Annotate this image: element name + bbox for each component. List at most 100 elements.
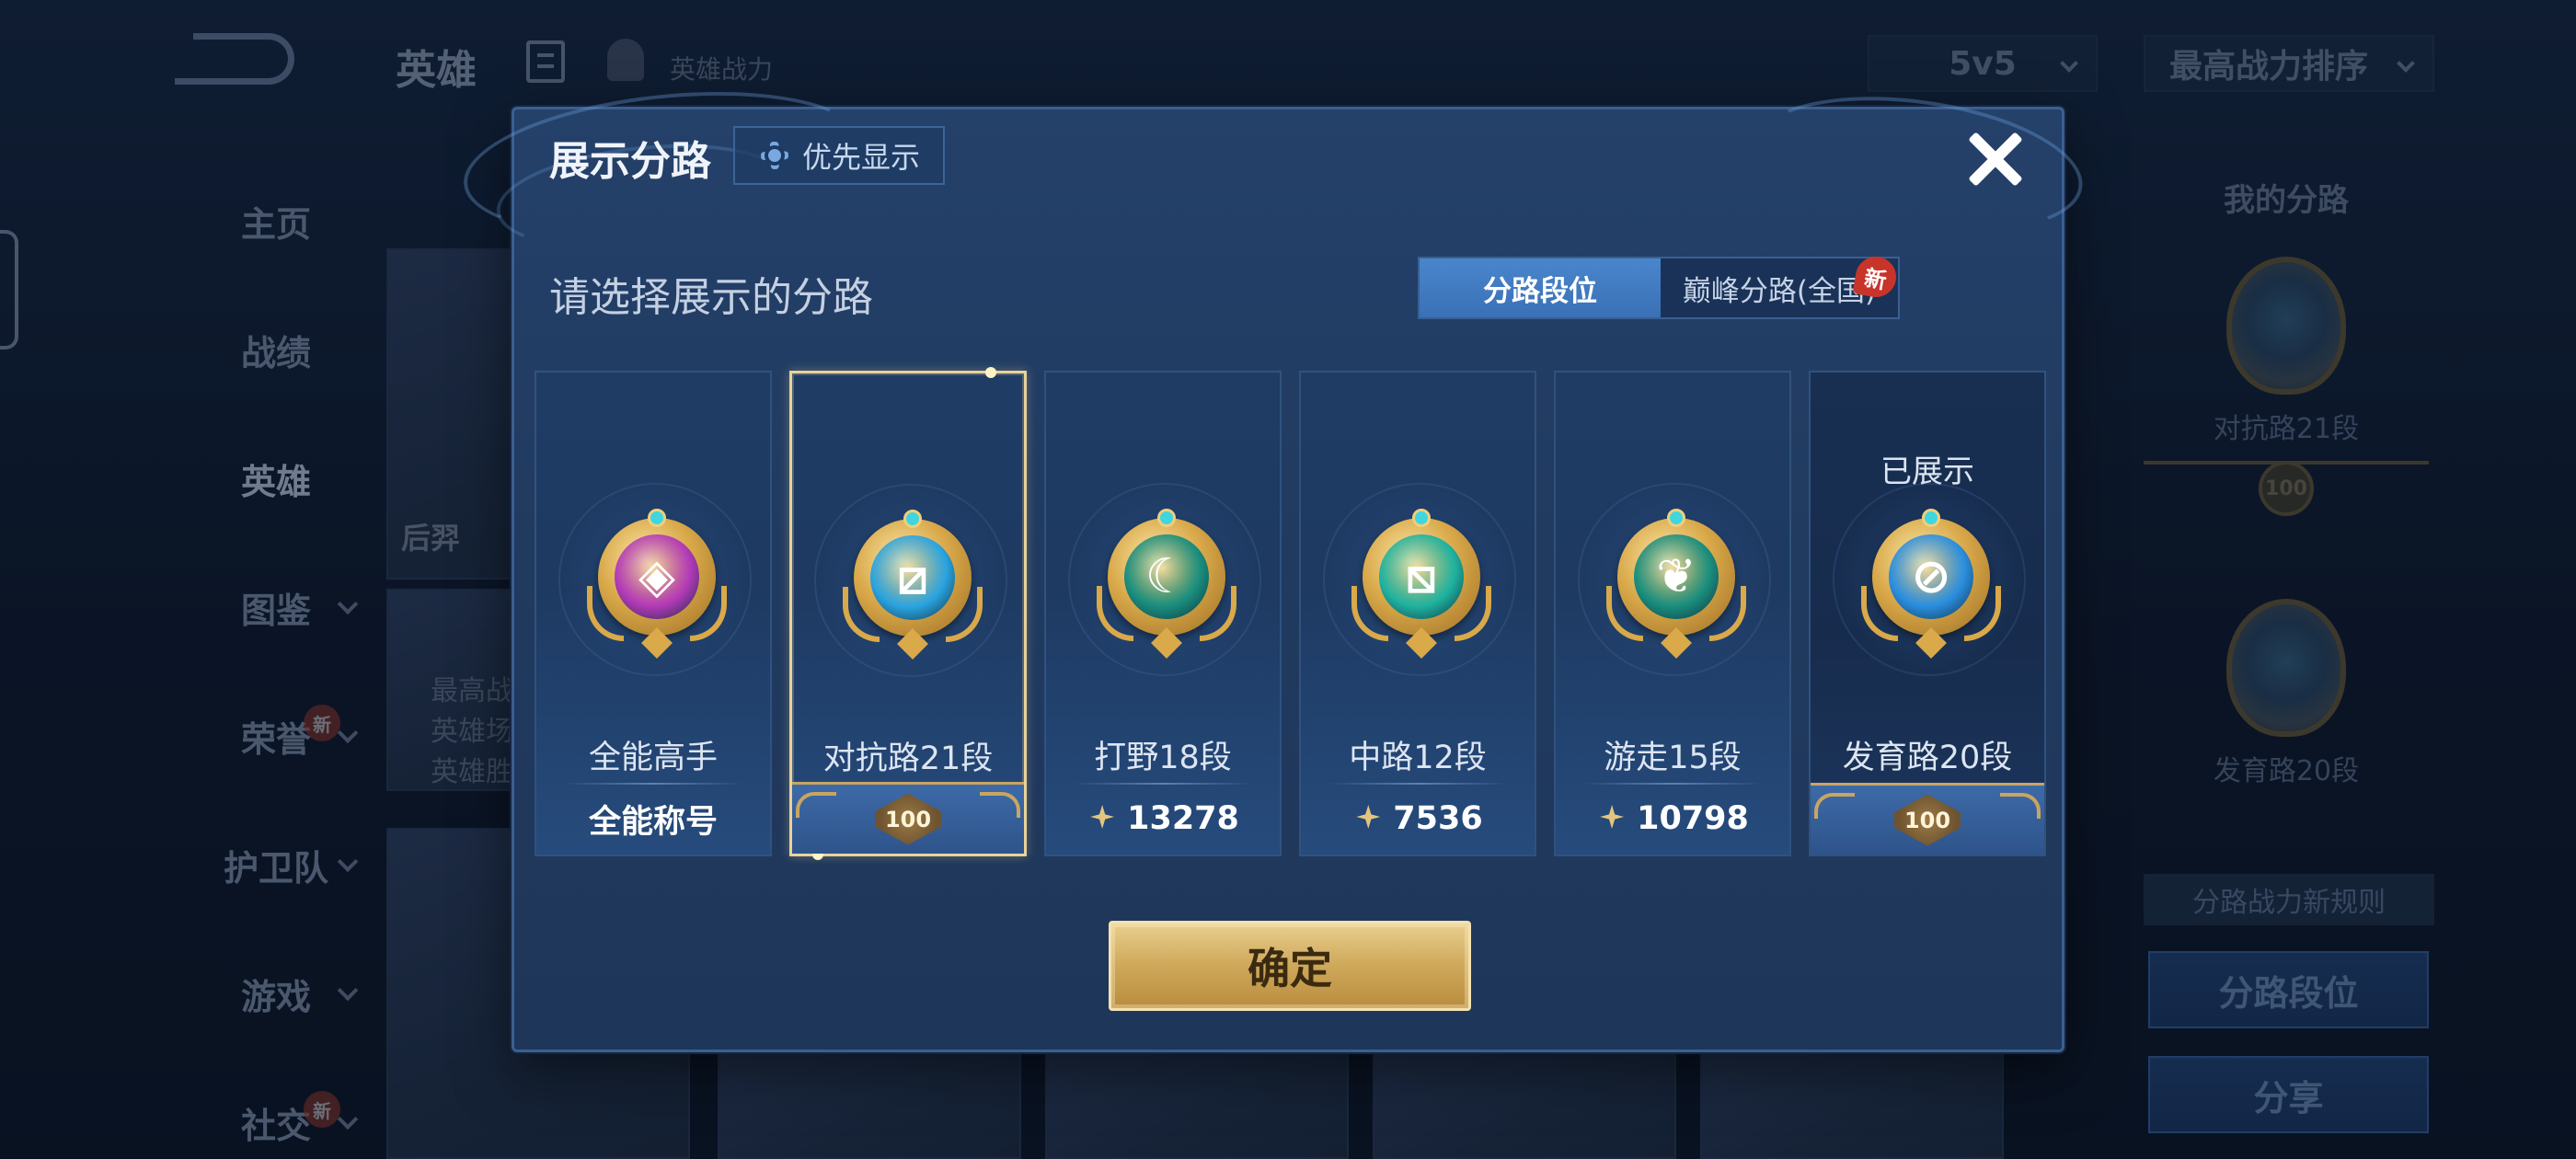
sidebar-item-label: 英雄: [240, 461, 311, 502]
sidebar-item[interactable]: 主页: [184, 156, 368, 285]
emblem-core: ◈: [615, 534, 699, 619]
sidebar-item-label: 图鉴: [240, 590, 311, 631]
lane-rank-label: 打野18段: [1094, 740, 1232, 776]
sidebar-item-label: 游戏: [240, 976, 311, 1017]
emblem-core: ⊘: [1889, 534, 1973, 619]
hundred-badge: 100: [875, 793, 941, 845]
mode-select[interactable]: 5v5: [1868, 35, 2098, 92]
hero-card[interactable]: [718, 1052, 1021, 1159]
my-lanes-title: 我的分路: [2224, 182, 2349, 219]
my-lanes-panel: 我的分路 对抗路21段 100 发育路20段: [2144, 156, 2429, 788]
lane-emblem-icon: [2226, 257, 2346, 395]
sidebar-item[interactable]: 图鉴: [184, 543, 368, 671]
lane-card-footer: 全能称号: [536, 783, 770, 855]
emblem-gem: [1157, 509, 1176, 527]
lane-card-footer: 100: [1811, 783, 2044, 855]
lane-emblem-icon: ⊘: [1861, 505, 2001, 659]
lane-card[interactable]: 已展示 ⊘ 发育路20段 100: [1809, 371, 2046, 856]
lane-emblem-glow: ◈: [558, 483, 752, 676]
lane-emblem-icon: ⧄: [843, 506, 983, 660]
tab-label: 巅峰分路(全国): [1682, 274, 1877, 308]
sidebar-item[interactable]: 护卫队: [184, 800, 368, 929]
hero-card[interactable]: [1373, 1052, 1676, 1159]
selection-spark: [985, 367, 996, 378]
lane-rank-label: 发育路20段: [2213, 755, 2360, 787]
lane-emblem-icon: [2226, 599, 2346, 737]
lane-card[interactable]: ◈ 全能高手全能称号: [535, 371, 772, 856]
mode-select-value: 5v5: [1949, 44, 2017, 83]
sidebar-item-label: 护卫队: [223, 847, 328, 889]
lane-emblem-icon: ❦: [1606, 505, 1746, 659]
hero-card[interactable]: [1045, 1052, 1349, 1159]
list-icon[interactable]: [526, 40, 565, 83]
lane-card-footer: 7536: [1301, 783, 1535, 855]
lane-card[interactable]: ⧅ 中路12段 7536: [1299, 371, 1536, 856]
lane-emblem-glow: ⊘: [1833, 483, 2026, 676]
lane-rank-button[interactable]: 分路段位: [2148, 951, 2429, 1028]
new-badge: 新: [304, 705, 340, 741]
lane-rank-label: 发育路20段: [1842, 740, 2013, 776]
lane-power-value: 13278: [1127, 800, 1239, 837]
hero-stat-label: 英雄场: [431, 716, 513, 748]
chevron-down-icon: [337, 722, 359, 744]
side-drawer-handle[interactable]: [0, 230, 18, 350]
lane-card[interactable]: ⧄ 对抗路21段 100: [789, 367, 1027, 860]
priority-display-button[interactable]: 优先显示: [733, 126, 945, 185]
lane-emblem-icon: ⧅: [1351, 505, 1491, 659]
chevron-down-icon: [2060, 54, 2078, 73]
lane-card[interactable]: ❦ 游走15段 10798: [1554, 371, 1791, 856]
emblem-core: ⧅: [1379, 534, 1464, 619]
sidebar-item-label: 社交: [240, 1105, 311, 1146]
lane-rank-label: 中路12段: [1349, 740, 1487, 776]
lane-card-footer: 100: [792, 782, 1024, 854]
hundred-badge: 100: [2259, 461, 2314, 516]
emblem-gem: [648, 509, 666, 527]
sidebar-item[interactable]: 社交新: [184, 1058, 368, 1159]
page-title: 英雄: [396, 47, 477, 94]
hero-card[interactable]: [1700, 1052, 2004, 1159]
sort-select[interactable]: 最高战力排序: [2144, 35, 2434, 92]
lane-rank-label: 全能高手: [588, 740, 718, 776]
tab-peak-lane[interactable]: 巅峰分路(全国) 新: [1661, 253, 1900, 317]
lane-card[interactable]: ☾ 打野18段 13278: [1044, 371, 1282, 856]
hundred-badge: 100: [1894, 794, 1961, 846]
sort-select-value: 最高战力排序: [2169, 48, 2369, 86]
back-arrow-icon[interactable]: [175, 33, 294, 85]
priority-display-label: 优先显示: [801, 140, 920, 175]
lane-card-footer: 13278: [1046, 783, 1280, 855]
display-lane-modal: 展示分路 优先显示 请选择展示的分路 分路段位 巅峰分路(全国) 新 ◈ 全能高手…: [456, 74, 2091, 1052]
lane-power-value: 7536: [1393, 800, 1483, 837]
sidebar-item[interactable]: 英雄: [184, 414, 368, 543]
sidebar-item[interactable]: 荣誉新: [184, 671, 368, 800]
lane-rank-label: 对抗路21段: [2213, 413, 2360, 445]
modal-title: 展示分路: [549, 138, 711, 185]
new-badge: 新: [1852, 253, 1900, 301]
lane-card-footer: 10798: [1556, 783, 1789, 855]
lane-emblem-glow: ☾: [1068, 483, 1261, 676]
gear-icon: [758, 139, 791, 172]
confirm-button[interactable]: 确定: [1109, 921, 1471, 1011]
close-button[interactable]: [1957, 120, 2034, 198]
lane-emblem-icon: ☾: [1097, 505, 1236, 659]
modal-subtitle: 请选择展示的分路: [549, 274, 873, 321]
tab-lane-rank[interactable]: 分路段位: [1420, 258, 1661, 317]
chevron-down-icon: [337, 980, 359, 1002]
lane-emblem-icon: ◈: [587, 505, 727, 659]
power-icon: [1087, 803, 1118, 834]
power-icon: [1352, 803, 1384, 834]
sidebar-item[interactable]: 游戏: [184, 929, 368, 1058]
lane-power-rule-link[interactable]: 分路战力新规则: [2144, 874, 2434, 925]
lane-tab-group: 分路段位 巅峰分路(全国) 新: [1418, 253, 1900, 319]
chevron-down-icon: [337, 851, 359, 873]
sidebar-item[interactable]: 战绩: [184, 285, 368, 414]
emblem-core: ☾: [1124, 534, 1209, 619]
lane-title-value: 全能称号: [588, 803, 718, 841]
sidebar-item-label: 战绩: [240, 332, 311, 373]
hero-stat-label: 英雄胜: [431, 756, 513, 788]
lane-card-list: ◈ 全能高手全能称号 ⧄ 对抗路21段 100 ☾ 打野18段 13278 ⧅ 中路12段 7536…: [535, 367, 2047, 860]
share-button[interactable]: 分享: [2148, 1056, 2429, 1133]
lane-emblem-glow: ⧅: [1323, 483, 1516, 676]
hero-power-label[interactable]: 英雄战力: [670, 50, 773, 86]
lane-rank-label: 游走15段: [1604, 740, 1742, 776]
sidebar-nav: 主页 战绩 英雄 图鉴 荣誉新护卫队 游戏 社交新: [184, 156, 368, 1159]
